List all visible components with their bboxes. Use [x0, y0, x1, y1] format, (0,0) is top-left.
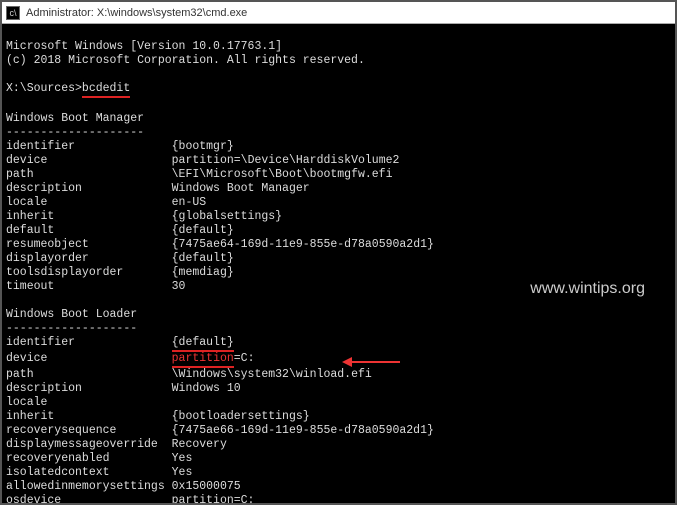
bl-val: {bootloadersettings} [172, 410, 310, 423]
prompt-label: X:\Sources> [6, 82, 82, 95]
bm-val: partition=\Device\HarddiskVolume2 [172, 154, 400, 167]
command-entered[interactable]: bcdedit [82, 82, 130, 98]
bm-key: path [6, 168, 34, 181]
bm-val: Windows Boot Manager [172, 182, 310, 195]
bm-val: {memdiag} [172, 266, 234, 279]
bl-key: path [6, 368, 34, 381]
bl-val-partition: partition [172, 352, 234, 368]
os-copyright-line: (c) 2018 Microsoft Corporation. All righ… [6, 54, 365, 67]
bm-key: default [6, 224, 54, 237]
bl-key: description [6, 382, 82, 395]
divider: ------------------- [6, 322, 137, 335]
bl-key: isolatedcontext [6, 466, 110, 479]
bm-key: description [6, 182, 82, 195]
arrow-annotation [350, 361, 400, 363]
cmd-window: c\ Administrator: X:\windows\system32\cm… [0, 0, 677, 505]
bl-key: allowedinmemorysettings [6, 480, 165, 493]
bl-val: Recovery [172, 438, 227, 451]
titlebar[interactable]: c\ Administrator: X:\windows\system32\cm… [2, 2, 675, 24]
bl-val: {7475ae66-169d-11e9-855e-d78a0590a2d1} [172, 424, 434, 437]
bl-key: locale [6, 396, 47, 409]
console-output[interactable]: Microsoft Windows [Version 10.0.17763.1]… [2, 24, 675, 503]
bl-val: Yes [172, 466, 193, 479]
bl-val: Yes [172, 452, 193, 465]
bm-key: displayorder [6, 252, 89, 265]
bm-key: toolsdisplayorder [6, 266, 123, 279]
bl-val: partition=C: [172, 494, 255, 503]
bl-key: osdevice [6, 494, 61, 503]
bl-key: inherit [6, 410, 54, 423]
bl-key: recoverysequence [6, 424, 116, 437]
bl-key: recoveryenabled [6, 452, 110, 465]
bm-key: locale [6, 196, 47, 209]
section-boot-loader: Windows Boot Loader [6, 308, 137, 321]
bm-key: device [6, 154, 47, 167]
section-boot-manager: Windows Boot Manager [6, 112, 144, 125]
bm-val: {default} [172, 252, 234, 265]
bm-key: identifier [6, 140, 75, 153]
bl-key: displaymessageoverride [6, 438, 158, 451]
bm-val: {globalsettings} [172, 210, 282, 223]
bm-key: timeout [6, 280, 54, 293]
divider: -------------------- [6, 126, 144, 139]
watermark: www.wintips.org [530, 282, 645, 296]
bl-val-default: {default} [172, 336, 234, 352]
bm-val: en-US [172, 196, 207, 209]
bl-val: =C: [234, 352, 255, 365]
bl-key: identifier [6, 336, 75, 349]
window-title: Administrator: X:\windows\system32\cmd.e… [26, 7, 247, 19]
bm-val: {default} [172, 224, 234, 237]
cmd-icon: c\ [6, 6, 20, 20]
bm-val: 30 [172, 280, 186, 293]
bl-val: Windows 10 [172, 382, 241, 395]
bm-key: resumeobject [6, 238, 89, 251]
bl-val: 0x15000075 [172, 480, 241, 493]
bl-val-path: \Windows\system32\winload.efi [172, 368, 372, 381]
os-version-line: Microsoft Windows [Version 10.0.17763.1] [6, 40, 282, 53]
bm-val: {bootmgr} [172, 140, 234, 153]
bm-key: inherit [6, 210, 54, 223]
bl-key: device [6, 352, 47, 365]
bm-val: \EFI\Microsoft\Boot\bootmgfw.efi [172, 168, 393, 181]
bm-val: {7475ae64-169d-11e9-855e-d78a0590a2d1} [172, 238, 434, 251]
